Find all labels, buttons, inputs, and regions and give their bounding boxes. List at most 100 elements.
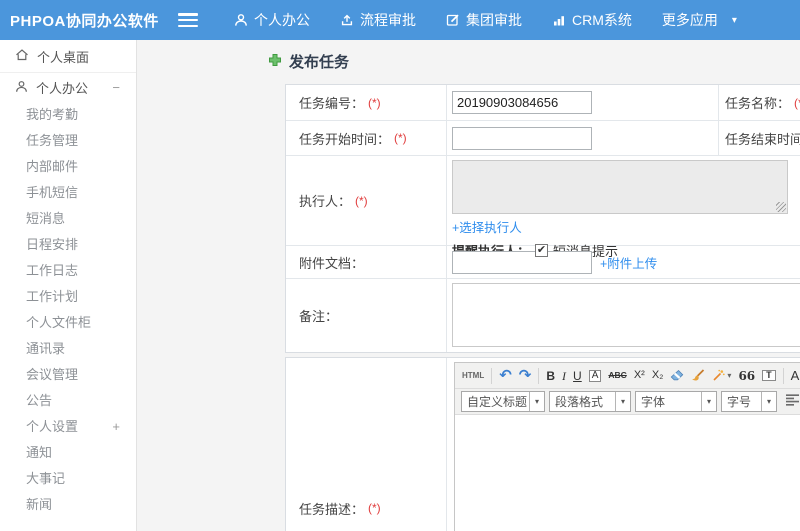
sidebar-item-attendance[interactable]: 我的考勤 (0, 102, 136, 128)
sidebar-item-contacts[interactable]: 通讯录 (0, 336, 136, 362)
page-title-bar: 发布任务 (268, 51, 349, 72)
caret-down-icon: ▾ (701, 392, 716, 411)
auto-typeset-icon[interactable]: ▾ (712, 369, 731, 382)
html-source-button[interactable]: HTML (462, 371, 484, 380)
remark-label: 备注： (286, 279, 447, 352)
sidebar-item-short-message[interactable]: 短消息 (0, 206, 136, 232)
nav-label: 个人办公 (254, 12, 310, 28)
sidebar-group-label: 个人办公 (36, 81, 89, 96)
required-mark: (*) (368, 95, 381, 110)
format-brush-icon[interactable] (691, 369, 705, 382)
attachment-label: 附件文档： (286, 246, 447, 278)
rich-text-editor: HTML ↶ ↷ B I U A ABC X² X₂ ▾ 66 T A 自定义标… (454, 362, 800, 531)
user-icon (234, 13, 248, 27)
paragraph-format-dropdown[interactable]: 段落格式 ▾ (549, 391, 631, 412)
select-executor-link[interactable]: +选择执行人 (452, 221, 522, 235)
description-label: 任务描述： (*) (286, 358, 447, 531)
underline-button[interactable]: U (573, 370, 582, 382)
page-title: 发布任务 (289, 54, 350, 71)
required-mark: (*) (394, 131, 407, 145)
start-time-input[interactable] (452, 126, 592, 150)
sidebar-item-work-plan[interactable]: 工作计划 (0, 284, 136, 310)
bar-chart-icon (552, 13, 566, 27)
font-color-button[interactable]: A▾ (791, 369, 800, 382)
sidebar-item-notice[interactable]: 通知 (0, 440, 136, 466)
font-size-dropdown[interactable]: 字号 ▾ (721, 391, 777, 412)
caret-down-icon: ▾ (731, 14, 737, 26)
sidebar-group-personal-office[interactable]: 个人办公 − (0, 73, 136, 102)
required-mark: (*) (355, 193, 368, 208)
nav-label: 流程审批 (360, 12, 416, 28)
add-icon (268, 53, 282, 71)
caret-down-icon: ▾ (615, 392, 630, 411)
attachment-upload-link[interactable]: +附件上传 (600, 253, 657, 272)
sidebar-item-work-log[interactable]: 工作日志 (0, 258, 136, 284)
sidebar-item-meeting[interactable]: 会议管理 (0, 362, 136, 388)
eraser-icon[interactable] (670, 369, 684, 382)
expand-icon[interactable]: + (112, 414, 136, 440)
sidebar-item-label: 个人桌面 (37, 49, 90, 65)
nav-label: CRM系统 (572, 12, 632, 28)
redo-icon[interactable]: ↷ (519, 368, 532, 383)
attachment-input[interactable] (452, 250, 592, 274)
task-description-section: 任务描述： (*) HTML ↶ ↷ B I U A ABC X² X₂ ▾ 6… (285, 357, 800, 531)
top-header: PHPOA协同办公软件 个人办公 流程审批 集团审批 CRM系统 更多应用 ▾ (0, 0, 800, 40)
sidebar-item-internal-mail[interactable]: 内部邮件 (0, 154, 136, 180)
end-time-label: 任务结束时间：(*) (725, 131, 800, 147)
superscript-button[interactable]: X² (634, 370, 645, 381)
app-logo[interactable]: PHPOA协同办公软件 (0, 10, 178, 31)
undo-icon[interactable]: ↶ (499, 368, 512, 383)
sidebar-menu: 我的考勤 任务管理 内部邮件 手机短信 短消息 日程安排 工作日志 工作计划 个… (0, 102, 136, 518)
italic-button[interactable]: I (562, 370, 566, 382)
main-content: 发布任务 任务编号：(*) 任务名称：(*) 任务开始时间：(*) 任务结束 (138, 40, 800, 531)
sidebar-item-desktop[interactable]: 个人桌面 (0, 40, 136, 73)
sidebar: 个人桌面 个人办公 − 我的考勤 任务管理 内部邮件 手机短信 短消息 日程安排… (0, 40, 137, 531)
executor-box[interactable] (452, 160, 788, 214)
sidebar-item-schedule[interactable]: 日程安排 (0, 232, 136, 258)
sidebar-item-memorabilia[interactable]: 大事记 (0, 466, 136, 492)
form-row-executor: 执行人：(*) +选择执行人 提醒执行人： ✔ 短消息提示 (286, 156, 800, 259)
sidebar-item-announcement[interactable]: 公告 (0, 388, 136, 414)
align-left-icon[interactable] (786, 393, 800, 411)
sidebar-item-news[interactable]: 新闻 (0, 492, 136, 518)
nav-crm-system[interactable]: CRM系统 (552, 10, 632, 30)
nav-group-approval[interactable]: 集团审批 (446, 10, 522, 30)
task-name-label: 任务名称：(*) (719, 85, 800, 120)
editor-toolbar-row2: 自定义标题 ▾ 段落格式 ▾ 字体 ▾ 字号 ▾ (455, 389, 800, 415)
nav-label: 更多应用 (661, 12, 718, 28)
start-time-label: 任务开始时间： (*) (286, 121, 447, 155)
process-icon (340, 13, 354, 27)
sms-remind-checkbox[interactable]: ✔ (535, 244, 549, 257)
collapse-icon[interactable]: − (112, 80, 136, 95)
heading-dropdown[interactable]: 自定义标题 ▾ (461, 391, 545, 412)
editor-toolbar-row1: HTML ↶ ↷ B I U A ABC X² X₂ ▾ 66 T A (455, 363, 800, 389)
task-number-label: 任务编号： (*) (286, 85, 447, 120)
bold-button[interactable]: B (546, 370, 555, 382)
required-mark: (*) (368, 501, 381, 515)
sidebar-item-mobile-sms[interactable]: 手机短信 (0, 180, 136, 206)
edit-icon (446, 13, 460, 27)
caret-down-icon: ▾ (727, 370, 732, 380)
highlight-button[interactable]: A (588, 369, 602, 382)
sidebar-item-personal-settings[interactable]: 个人设置 + (0, 414, 136, 440)
strikethrough-button[interactable]: ABC (608, 371, 626, 380)
sidebar-item-file-cabinet[interactable]: 个人文件柜 (0, 310, 136, 336)
sidebar-item-task-management[interactable]: 任务管理 (0, 128, 136, 154)
subscript-button[interactable]: X₂ (652, 370, 664, 381)
required-mark: (*) (794, 95, 800, 110)
paste-text-button[interactable]: T (762, 370, 776, 381)
blockquote-button[interactable]: 66 (738, 370, 755, 382)
form-row-remark: 备注： (286, 279, 800, 352)
nav-process-approval[interactable]: 流程审批 (340, 10, 416, 30)
task-number-input[interactable] (452, 91, 592, 114)
font-family-dropdown[interactable]: 字体 ▾ (635, 391, 717, 412)
caret-down-icon: ▾ (761, 392, 776, 411)
nav-personal-office[interactable]: 个人办公 (234, 10, 310, 30)
menu-toggle-icon[interactable] (178, 13, 198, 27)
nav-more-apps[interactable]: 更多应用 ▾ (662, 10, 737, 30)
editor-content[interactable] (455, 415, 800, 531)
caret-down-icon: ▾ (529, 392, 544, 411)
form-row-task-number: 任务编号：(*) 任务名称：(*) (286, 85, 800, 121)
form-row-description: 任务描述： (*) HTML ↶ ↷ B I U A ABC X² X₂ ▾ 6… (286, 358, 800, 531)
remark-textarea[interactable] (452, 283, 800, 347)
